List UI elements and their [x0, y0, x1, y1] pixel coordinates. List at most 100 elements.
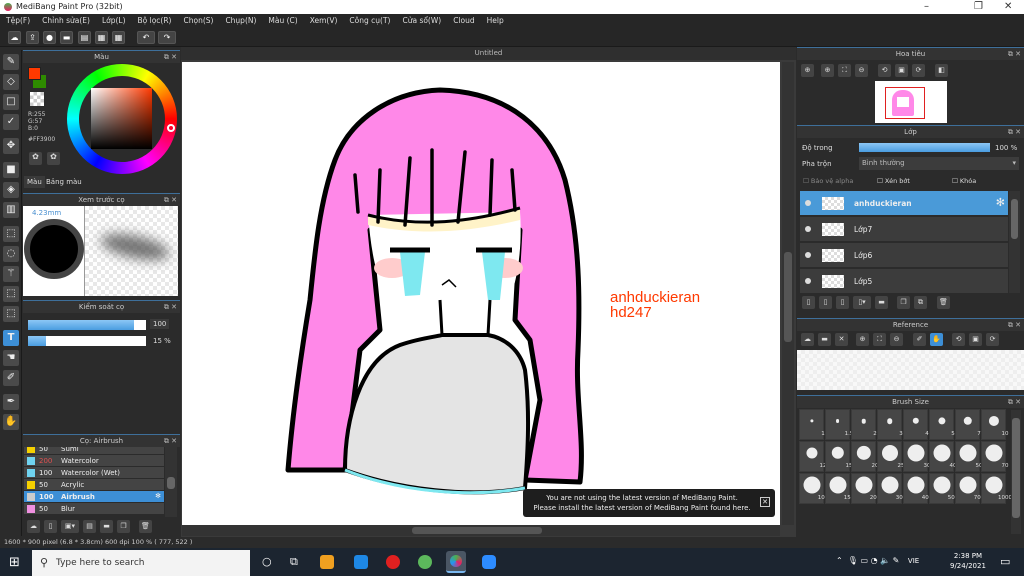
mail-icon[interactable]: [354, 555, 368, 569]
brush-settings-icon[interactable]: ▤: [83, 520, 96, 533]
menu-select[interactable]: Chọn(S): [177, 14, 219, 29]
navigator-thumbnail[interactable]: [875, 81, 947, 123]
delete-layer-icon[interactable]: 🗑: [937, 296, 950, 309]
brush-size-cell[interactable]: 5: [929, 409, 955, 440]
tab-palette[interactable]: Bảng màu: [43, 176, 85, 188]
cloud-download-icon[interactable]: ☁: [27, 520, 40, 533]
visibility-icon[interactable]: [805, 278, 811, 284]
close-button[interactable]: ✕: [1004, 1, 1012, 12]
brush-size-cell[interactable]: 1: [799, 409, 825, 440]
tab-color[interactable]: Màu: [24, 176, 45, 188]
brush-list-scrollbar[interactable]: [165, 447, 177, 517]
bucket-tool-icon[interactable]: ◈: [3, 182, 19, 198]
menu-cloud[interactable]: Cloud: [447, 14, 480, 29]
notification-center-icon[interactable]: ▭: [1000, 555, 1010, 568]
eyedropper-tool-icon[interactable]: ✐: [3, 370, 19, 386]
layer-row[interactable]: Lớp6: [800, 243, 1008, 268]
palette-add-icon[interactable]: ✿: [47, 152, 60, 165]
panel-close-icon[interactable]: ⧉ ✕: [164, 51, 177, 63]
brush-size-cell[interactable]: 30: [903, 441, 931, 472]
maximize-button[interactable]: ❐: [974, 1, 983, 12]
eyedropper-icon[interactable]: ✐: [913, 333, 926, 346]
canvas-text[interactable]: anhduckieran hd247: [610, 290, 700, 320]
new-8bit-layer-icon[interactable]: ▯: [836, 296, 849, 309]
battery-icon[interactable]: ▭: [861, 556, 869, 565]
magic-wand-tool-icon[interactable]: ⚚: [3, 266, 19, 282]
gear-icon[interactable]: ✻: [155, 492, 161, 500]
panel-close-icon[interactable]: ⧉ ✕: [1008, 396, 1021, 408]
brush-size-cell[interactable]: 12: [799, 441, 827, 472]
pen-icon[interactable]: ✎: [893, 556, 900, 565]
folder-icon[interactable]: ▬: [100, 520, 113, 533]
brush-size-cell[interactable]: 2: [851, 409, 877, 440]
brush-size-cell[interactable]: 1000: [981, 473, 1012, 504]
fill-rect-tool-icon[interactable]: ■: [3, 162, 19, 178]
vertical-scrollbar[interactable]: [782, 62, 794, 525]
brush-size-cell[interactable]: 200: [851, 473, 880, 504]
brush-size-cell[interactable]: 40: [929, 441, 957, 472]
text-tool-icon[interactable]: T: [3, 330, 19, 346]
upload-icon[interactable]: ⇪: [26, 31, 39, 44]
duplicate-layer-icon[interactable]: ❐: [897, 296, 910, 309]
chevron-up-icon[interactable]: ⌃: [836, 556, 843, 565]
gear-icon[interactable]: ✻: [996, 196, 1005, 209]
wifi-icon[interactable]: ◔: [871, 556, 878, 565]
volume-icon[interactable]: 🔈: [880, 556, 890, 565]
file-explorer-icon[interactable]: [320, 555, 334, 569]
rotate-left-icon[interactable]: ⟲: [878, 64, 891, 77]
brush-list-item[interactable]: 50 Blur: [24, 503, 164, 515]
gradient-tool-icon[interactable]: ▥: [3, 202, 19, 218]
rotate-left-icon[interactable]: ⟲: [952, 333, 965, 346]
select-tool-icon[interactable]: ⬚: [3, 226, 19, 242]
brush-size-cell[interactable]: 4: [903, 409, 929, 440]
rotate-right-icon[interactable]: ⟳: [986, 333, 999, 346]
layer-row[interactable]: Lớp5: [800, 269, 1008, 294]
language-indicator[interactable]: VIE: [908, 557, 919, 565]
layer-row[interactable]: anhduckieran ✻: [800, 191, 1008, 216]
layer-folder-icon[interactable]: ▬: [875, 296, 888, 309]
protect-alpha-checkbox[interactable]: ☐ Bảo vệ alpha: [803, 177, 853, 185]
brush-list-item[interactable]: 50 Sumi: [24, 447, 164, 455]
lock-checkbox[interactable]: ☐ Khóa: [952, 177, 976, 185]
brush-size-cell[interactable]: 70: [981, 441, 1009, 472]
select-eraser-tool-icon[interactable]: ⬚: [3, 306, 19, 322]
transparent-color-swatch[interactable]: [30, 92, 44, 106]
brush-size-cell[interactable]: 25: [877, 441, 905, 472]
brush-size-cell[interactable]: 1.5: [825, 409, 853, 440]
brush-list-item[interactable]: 100 Airbrush ✻: [24, 491, 164, 503]
menu-edit[interactable]: Chỉnh sửa(E): [36, 14, 96, 29]
cloud-icon[interactable]: ☁: [8, 31, 21, 44]
new-brush-icon[interactable]: ▯: [44, 520, 57, 533]
close-notification-icon[interactable]: ✕: [760, 497, 770, 507]
duplicate-icon[interactable]: ❐: [117, 520, 130, 533]
visibility-icon[interactable]: [805, 226, 811, 232]
flip-icon[interactable]: ◧: [935, 64, 948, 77]
page-icon[interactable]: ▤: [78, 31, 91, 44]
brush-size-cell[interactable]: 400: [903, 473, 932, 504]
add-brush-dropdown-icon[interactable]: ▣▾: [61, 520, 79, 533]
reset-rotation-icon[interactable]: ▣: [969, 333, 982, 346]
close-reference-icon[interactable]: ✕: [835, 333, 848, 346]
open-folder-icon[interactable]: ▬: [818, 333, 831, 346]
menu-tools[interactable]: Công cụ(T): [343, 14, 396, 29]
grid-icon[interactable]: ▦: [112, 31, 125, 44]
new-layer-icon[interactable]: ▯: [802, 296, 815, 309]
microphone-icon[interactable]: 🎙: [848, 556, 858, 565]
clipping-checkbox[interactable]: ☐ Xén bớt: [877, 177, 910, 185]
zoom-out-icon[interactable]: ⊖: [890, 333, 903, 346]
panel-close-icon[interactable]: ⧉ ✕: [1008, 48, 1021, 60]
brush-opacity-slider[interactable]: [28, 336, 146, 346]
hand-tool-icon[interactable]: ✋: [3, 414, 19, 430]
medibang-taskbar-icon[interactable]: [446, 551, 466, 573]
brush-size-cell[interactable]: 7: [955, 409, 981, 440]
panel-icon[interactable]: ▦: [95, 31, 108, 44]
taskbar-search-box[interactable]: ⚲ Type here to search: [32, 550, 250, 576]
move-tool-icon[interactable]: ✥: [3, 138, 19, 154]
zoom-app-icon[interactable]: [482, 555, 496, 569]
undo-icon[interactable]: ↶: [137, 31, 155, 44]
minimize-button[interactable]: –: [924, 1, 929, 12]
select-pen-tool-icon[interactable]: ⬚: [3, 286, 19, 302]
brush-size-cell[interactable]: 15: [825, 441, 853, 472]
brush-size-cell[interactable]: 50: [955, 441, 983, 472]
merge-layer-icon[interactable]: ⧉: [914, 296, 927, 309]
